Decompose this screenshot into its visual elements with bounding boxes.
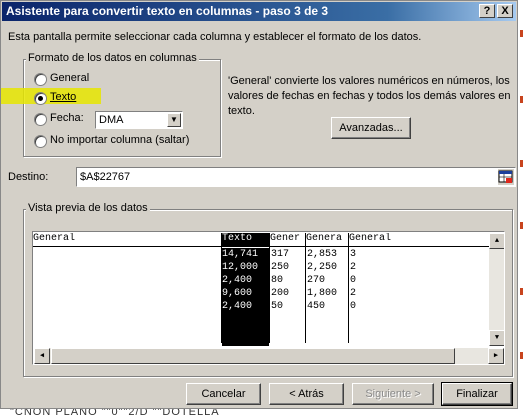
background-row: "CNON PLANO ""0""2/D ""DOTELLA bbox=[0, 409, 527, 419]
window-title: Asistente para convertir texto en column… bbox=[6, 4, 329, 18]
radio-text-label[interactable]: Texto bbox=[50, 91, 76, 103]
preview-cell: 14,741 bbox=[222, 249, 269, 261]
text-to-columns-dialog: Asistente para convertir texto en column… bbox=[0, 0, 518, 409]
date-format-select[interactable]: DMA ▼ bbox=[95, 111, 183, 129]
column-divider[interactable] bbox=[269, 233, 270, 343]
scroll-left-icon[interactable]: ◀ bbox=[34, 348, 50, 364]
title-bar[interactable]: Asistente para convertir texto en column… bbox=[2, 2, 516, 21]
radio-skip-column[interactable] bbox=[34, 135, 47, 148]
column-header-selected[interactable]: Texto bbox=[222, 233, 269, 247]
preview-cell: 200 bbox=[271, 288, 290, 299]
background-mark bbox=[520, 160, 523, 167]
range-picker-icon[interactable] bbox=[498, 169, 514, 185]
preview-cell: 50 bbox=[271, 301, 284, 312]
column-header[interactable]: Genera bbox=[306, 233, 348, 247]
background-mark bbox=[520, 288, 523, 295]
next-button[interactable]: Siguiente > bbox=[352, 383, 434, 405]
destination-input[interactable]: $A$22767 bbox=[76, 167, 516, 187]
preview-cell: 0 bbox=[350, 301, 357, 312]
destination-value: $A$22767 bbox=[80, 171, 131, 183]
column-header[interactable]: Gener bbox=[270, 233, 305, 247]
date-format-value: DMA bbox=[99, 114, 124, 126]
preview-cell: 250 bbox=[271, 262, 290, 273]
scroll-up-icon[interactable]: ▲ bbox=[489, 233, 504, 249]
radio-text[interactable] bbox=[34, 92, 47, 105]
preview-cell: 3 bbox=[350, 249, 357, 260]
data-preview[interactable]: General Texto Gener Genera General 14,74… bbox=[32, 231, 505, 365]
destination-label: Destino: bbox=[8, 171, 49, 183]
column-divider[interactable] bbox=[305, 233, 306, 343]
preview-vertical-scrollbar[interactable]: ▲ ▼ bbox=[489, 233, 504, 346]
scroll-down-icon[interactable]: ▼ bbox=[489, 330, 504, 346]
background-mark bbox=[520, 30, 523, 37]
preview-cell: 9,600 bbox=[222, 288, 269, 300]
preview-horizontal-scrollbar[interactable]: ◀ ▶ bbox=[34, 348, 504, 364]
radio-general[interactable] bbox=[34, 73, 47, 86]
preview-cell: 12,000 bbox=[222, 262, 269, 274]
back-button[interactable]: < Atrás bbox=[269, 383, 344, 405]
preview-cell: 1,800 bbox=[307, 288, 338, 299]
format-info-text: 'General' convierte los valores numérico… bbox=[228, 75, 511, 117]
preview-group-label: Vista previa de los datos bbox=[26, 202, 150, 214]
preview-cell: 0 bbox=[350, 275, 357, 286]
column-divider[interactable] bbox=[348, 233, 349, 343]
background-mark bbox=[520, 352, 523, 359]
scroll-right-icon[interactable]: ▶ bbox=[488, 348, 504, 364]
background-row-text: "CNON PLANO ""0""2/D ""DOTELLA bbox=[10, 409, 220, 418]
chevron-down-icon[interactable]: ▼ bbox=[167, 113, 181, 127]
help-button[interactable]: ? bbox=[479, 4, 495, 18]
advanced-button[interactable]: Avanzadas... bbox=[331, 117, 411, 139]
scroll-thumb[interactable] bbox=[51, 348, 455, 364]
preview-cell: 2 bbox=[350, 288, 357, 299]
background-mark bbox=[520, 222, 523, 229]
preview-cell: 270 bbox=[307, 275, 326, 286]
radio-general-label[interactable]: General bbox=[50, 72, 89, 84]
column-header[interactable]: General bbox=[33, 233, 221, 247]
preview-cell: 2,400 bbox=[222, 301, 269, 313]
preview-cell: 2,853 bbox=[307, 249, 338, 260]
radio-date-label[interactable]: Fecha: bbox=[50, 112, 84, 124]
radio-date[interactable] bbox=[34, 113, 47, 126]
preview-cell: 317 bbox=[271, 249, 290, 260]
cancel-button[interactable]: Cancelar bbox=[186, 383, 261, 405]
format-group-label: Formato de los datos en columnas bbox=[26, 52, 199, 64]
column-header[interactable]: General bbox=[349, 233, 489, 247]
preview-cell: 2,250 bbox=[307, 262, 338, 273]
finish-button[interactable]: Finalizar bbox=[441, 382, 513, 406]
radio-skip-column-label[interactable]: No importar columna (saltar) bbox=[50, 134, 189, 146]
background-mark bbox=[520, 96, 523, 103]
preview-cell: 450 bbox=[307, 301, 326, 312]
step-description: Esta pantalla permite seleccionar cada c… bbox=[8, 31, 422, 43]
close-button[interactable]: X bbox=[497, 4, 513, 18]
preview-cell: 2,400 bbox=[222, 275, 269, 287]
preview-cell: 80 bbox=[271, 275, 284, 286]
background-worksheet bbox=[518, 0, 527, 419]
preview-cell: 2 bbox=[350, 262, 357, 273]
